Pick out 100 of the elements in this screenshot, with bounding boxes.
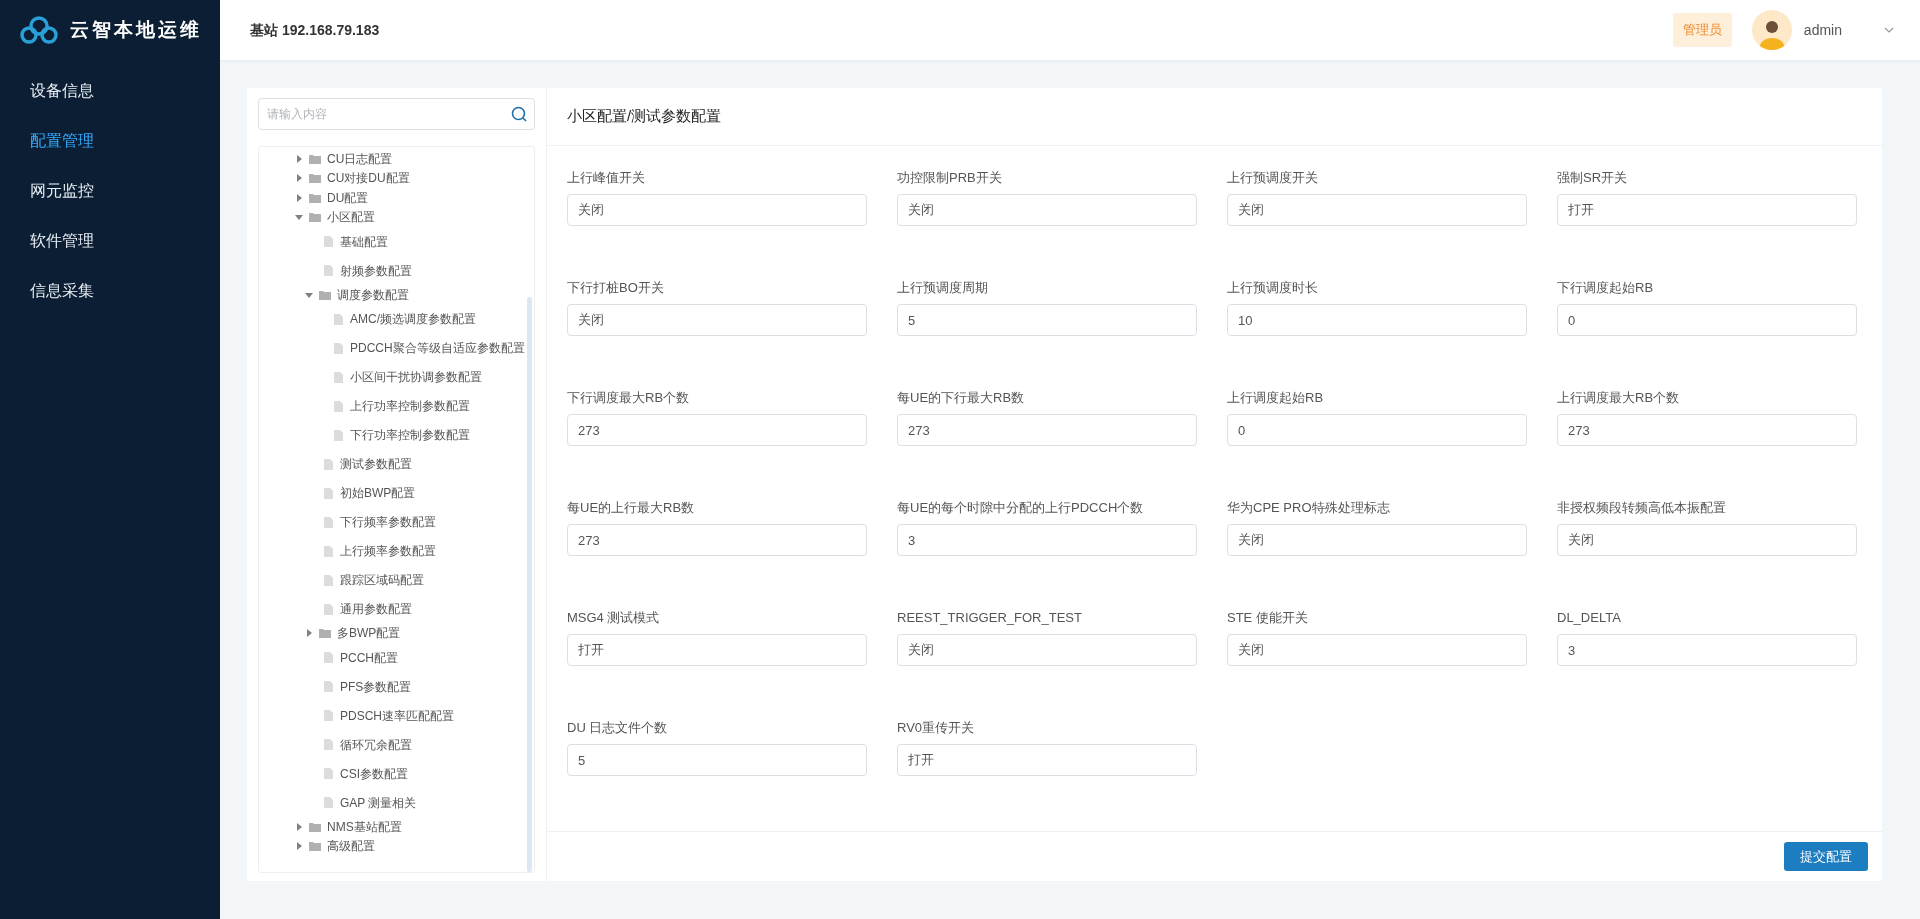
tree-item[interactable]: 上行频率参数配置 [340,542,436,560]
tree-item[interactable]: PCCH配置 [340,648,398,667]
search-icon[interactable] [511,106,527,122]
tree-item[interactable]: 调度参数配置 [337,285,409,304]
field-label: 每UE的下行最大RB数 [897,389,1026,407]
tree-item[interactable]: 多BWP配置 [337,624,401,643]
folder-icon [319,628,331,639]
input-field[interactable]: 关闭 [1557,524,1857,556]
tree-item[interactable]: 循环冗余配置 [340,735,412,754]
tree-item[interactable]: PDCCH聚合等级自适应参数配置 [350,339,525,357]
document-icon [324,458,333,470]
scrollbar[interactable] [527,297,532,872]
field-label: 强制SR开关 [1557,169,1629,187]
tree-item[interactable]: CU日志配置 [327,149,393,168]
input-field[interactable]: 273 [567,524,867,556]
nav-item[interactable]: 网元监控 [0,166,220,216]
input-field[interactable]: 关闭 [1227,194,1527,226]
search-field[interactable]: 请输入内容 [258,98,535,130]
input-field[interactable]: 关闭 [897,194,1197,226]
tree-item[interactable]: PDSCH速率匹配配置 [340,706,454,725]
chevron-down-icon[interactable] [1884,27,1894,33]
folder-icon [309,212,321,223]
caret-right-icon[interactable] [295,842,303,851]
tree-item[interactable]: GAP 测量相关 [340,793,417,812]
document-icon [334,313,343,325]
input-field[interactable]: 关闭 [1227,524,1527,556]
folder-icon [309,841,321,852]
tree-item[interactable]: 下行功率控制参数配置 [350,426,470,444]
input-field[interactable]: 5 [567,744,867,776]
caret-right-icon[interactable] [295,822,303,831]
document-icon [324,797,333,808]
input-field[interactable]: 5 [897,304,1197,336]
document-icon [334,400,343,412]
field-label: 每UE的上行最大RB数 [567,499,696,517]
document-icon [324,768,333,779]
document-icon [334,371,343,383]
submit-button[interactable]: 提交配置 [1784,842,1868,871]
tree-item[interactable]: 高级配置 [327,837,375,856]
document-icon [324,545,333,557]
nav-item[interactable]: 软件管理 [0,216,220,266]
nav-item[interactable]: 配置管理 [0,116,220,166]
field-label: 上行预调度时长 [1227,279,1319,297]
input-field[interactable]: 3 [897,524,1197,556]
field-label: 功控限制PRB开关 [897,169,1003,187]
tree-item[interactable]: CU对接DU配置 [327,169,410,188]
caret-right-icon[interactable] [295,154,303,163]
tree-item[interactable]: 通用参数配置 [340,600,412,618]
nav-item[interactable]: 信息采集 [0,266,220,316]
input-field[interactable]: 0 [1557,304,1857,336]
form-title: 小区配置/测试参数配置 [567,106,722,127]
tree-item[interactable]: AMC/频选调度参数配置 [350,310,476,328]
field-label: DU 日志文件个数 [567,719,669,737]
tree-item[interactable]: CSI参数配置 [340,764,408,783]
input-field[interactable]: 打开 [897,744,1197,776]
tree-item[interactable]: 下行频率参数配置 [340,513,436,531]
caret-right-icon[interactable] [305,629,313,638]
tree-item[interactable]: 上行功率控制参数配置 [350,397,470,415]
document-icon [324,516,333,528]
avatar [1751,10,1792,50]
tree-item[interactable]: 测试参数配置 [340,455,412,473]
input-field[interactable]: 关闭 [1227,634,1527,666]
input-field[interactable]: 打开 [1557,194,1857,226]
tree-item[interactable]: 基础配置 [340,232,388,251]
input-field[interactable]: 关闭 [567,194,867,226]
tree-item[interactable]: 跟踪区域码配置 [340,571,424,589]
caret-down-icon[interactable] [295,213,303,222]
field-label: 上行预调度开关 [1227,169,1319,187]
input-field[interactable]: 273 [1557,414,1857,446]
tree-item[interactable]: PFS参数配置 [340,677,412,696]
input-field[interactable]: 关闭 [567,304,867,336]
caret-right-icon[interactable] [295,193,303,202]
input-field[interactable]: 273 [897,414,1197,446]
tree-item[interactable]: 初始BWP配置 [340,484,416,502]
input-field[interactable]: 3 [1557,634,1857,666]
field-label: 上行调度最大RB个数 [1557,389,1681,407]
tree-item[interactable]: DU配置 [327,188,369,207]
folder-icon [309,821,321,832]
role-badge: 管理员 [1672,13,1732,47]
field-label: 上行预调度周期 [897,279,989,297]
tree-item[interactable]: 小区间干扰协调参数配置 [350,368,482,386]
input-field[interactable]: 273 [567,414,867,446]
tree-item[interactable]: NMS基站配置 [327,817,402,836]
folder-icon [309,173,321,184]
nav-item[interactable]: 设备信息 [0,66,220,116]
input-field[interactable]: 打开 [567,634,867,666]
input-field[interactable]: 0 [1227,414,1527,446]
caret-right-icon[interactable] [295,174,303,183]
username: admin [1803,20,1842,40]
field-label: 每UE的每个时隙中分配的上行PDCCH个数 [897,499,1145,517]
document-icon [324,739,333,750]
input-field[interactable]: 10 [1227,304,1527,336]
folder-icon [319,289,331,300]
caret-down-icon[interactable] [305,290,313,299]
field-label: 下行打桩BO开关 [567,279,665,297]
input-field[interactable]: 关闭 [897,634,1197,666]
document-icon [334,429,343,441]
field-label: STE 使能开关 [1227,609,1309,627]
tree-item[interactable]: 小区配置 [327,208,375,227]
document-icon [324,574,333,586]
tree-item[interactable]: 射频参数配置 [340,261,412,280]
